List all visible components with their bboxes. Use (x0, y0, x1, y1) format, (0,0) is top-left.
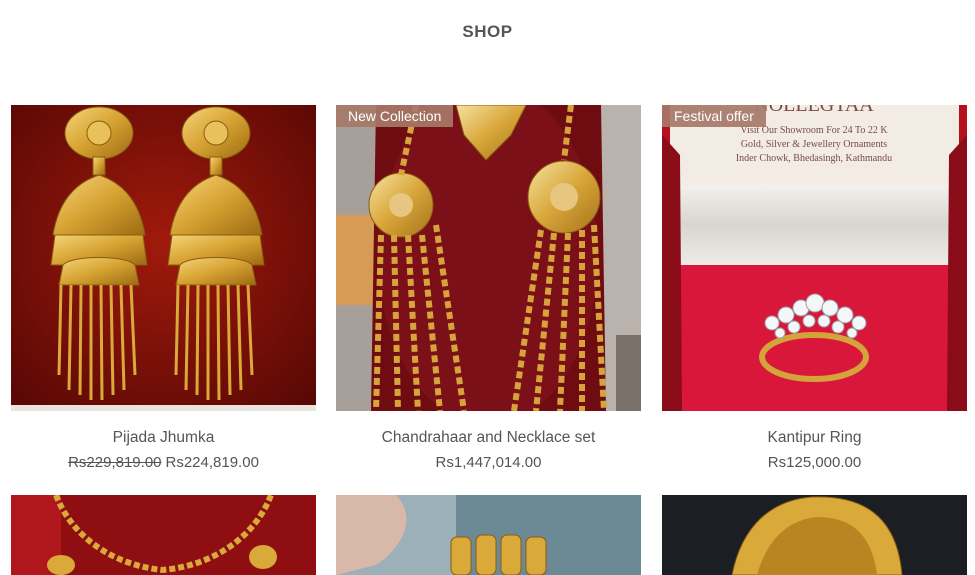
product-name[interactable]: Chandrahaar and Necklace set (336, 429, 641, 447)
product-card-necklace-partial[interactable] (11, 495, 316, 575)
product-card-bangles-partial[interactable] (336, 495, 641, 575)
product-card-pijada-jhumka[interactable]: Pijada Jhumka Rs229,819.00 Rs224,819.00 (11, 105, 316, 471)
product-card-chandrahaar[interactable]: New Collection Chandrahaar and Necklace … (336, 105, 641, 471)
product-name[interactable]: Pijada Jhumka (11, 429, 316, 447)
product-image-ring[interactable]: NOLLEGTAA Visit Our Showroom For 24 To 2… (662, 105, 967, 411)
svg-text:NOLLEGTAA: NOLLEGTAA (754, 105, 874, 116)
product-image-chandrahaar[interactable]: New Collection (336, 105, 641, 411)
ring-box-text-3: Inder Chowk, Bhedasingh, Kathmandu (736, 153, 892, 164)
product-price-row: Rs1,447,014.00 (336, 454, 641, 471)
product-image-jhumka[interactable] (11, 105, 316, 411)
product-badge: New Collection (336, 105, 454, 127)
product-price: Rs1,447,014.00 (435, 454, 542, 471)
product-price-row: Rs125,000.00 (662, 454, 967, 471)
product-name[interactable]: Kantipur Ring (662, 429, 967, 447)
product-price-row: Rs229,819.00 Rs224,819.00 (11, 454, 316, 471)
ring-box-text-2: Gold, Silver & Jewellery Ornaments (741, 139, 887, 150)
product-badge: Festival offer (662, 105, 766, 127)
product-old-price: Rs229,819.00 (68, 454, 162, 471)
product-card-bangle-partial[interactable] (662, 495, 967, 575)
product-price: Rs224,819.00 (165, 454, 259, 471)
product-card-kantipur-ring[interactable]: NOLLEGTAA Visit Our Showroom For 24 To 2… (662, 105, 967, 471)
page-title: SHOP (462, 22, 513, 41)
product-price: Rs125,000.00 (767, 454, 862, 471)
